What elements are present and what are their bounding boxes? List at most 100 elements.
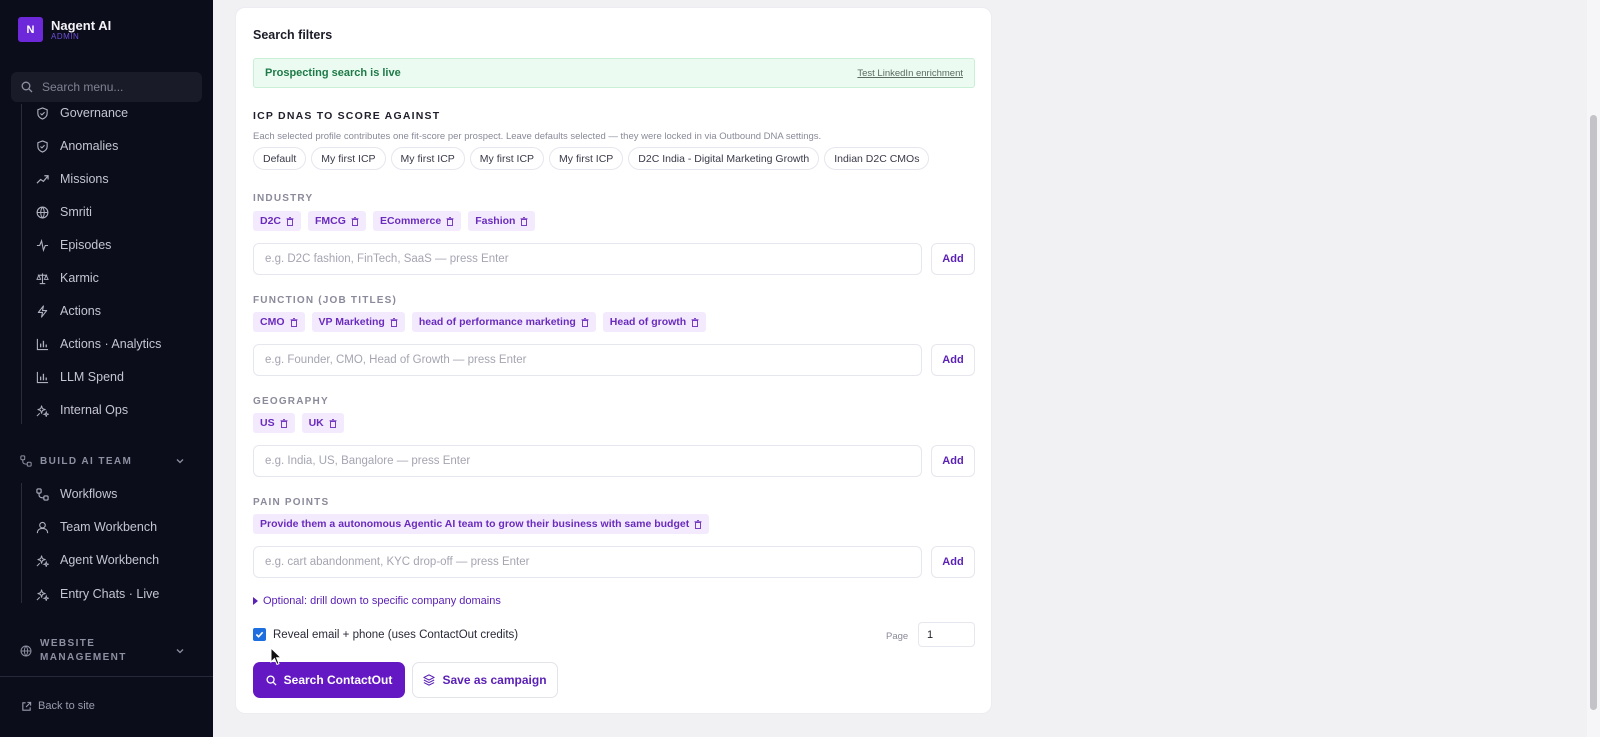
industry-tag: FMCG [308,211,366,231]
trash-icon[interactable] [290,317,298,327]
icp-option[interactable]: Indian D2C CMOs [824,147,930,170]
geography-tag: US [253,413,295,433]
industry-add-button[interactable]: Add [931,243,975,275]
industry-tag: Fashion [468,211,536,231]
trash-icon[interactable] [329,418,337,428]
brand[interactable]: N Nagent AI ADMIN [18,17,111,42]
pain-points-tags: Provide them a autonomous Agentic AI tea… [253,514,710,534]
sidebar-search[interactable] [11,72,202,102]
sparkles-icon [36,588,49,601]
tag-label: Provide them a autonomous Agentic AI tea… [260,518,690,530]
workflow-icon [36,487,49,501]
function-input[interactable] [253,344,922,376]
sidebar-item-entry-chats-live[interactable]: Entry Chats · Live [36,584,159,604]
sidebar-item-workflows[interactable]: Workflows [36,484,117,504]
geography-input[interactable] [253,445,922,477]
sidebar-item-karmic[interactable]: Karmic [36,268,99,288]
mouse-cursor-icon [270,647,282,666]
sidebar-item-team-workbench[interactable]: Team Workbench [36,517,157,537]
icp-option[interactable]: Default [253,147,307,170]
trash-icon[interactable] [581,317,589,327]
brand-role: ADMIN [51,31,80,41]
tag-label: Fashion [475,215,516,227]
pain-points-add-button[interactable]: Add [931,546,975,578]
tag-label: FMCG [315,215,346,227]
geography-tag: UK [301,413,344,433]
drill-down-label: Optional: drill down to specific company… [263,595,501,607]
globe-icon [20,645,32,657]
sidebar-search-input[interactable] [42,80,192,94]
drill-down-toggle[interactable]: Optional: drill down to specific company… [253,595,501,607]
sidebar-item-missions[interactable]: Missions [36,169,109,189]
function-add-button[interactable]: Add [931,344,975,376]
sidebar-item-label: Actions · Analytics [60,337,162,351]
sidebar-item-actions-analytics[interactable]: Actions · Analytics [36,334,161,354]
chevron-down-icon[interactable] [175,646,185,656]
search-filters-card: Search filters Prospecting search is liv… [235,7,992,714]
trash-icon[interactable] [351,216,359,226]
trash-icon[interactable] [446,216,454,226]
icp-option[interactable]: D2C India - Digital Marketing Growth [628,147,820,170]
sidebar-item-label: Smriti [60,205,92,219]
trash-icon[interactable] [280,418,288,428]
test-linkedin-enrichment-link[interactable]: Test LinkedIn enrichment [857,68,963,79]
industry-tag: D2C [253,211,302,231]
sidebar-item-internal-ops[interactable]: Internal Ops [36,400,128,420]
sidebar-item-llm-spend[interactable]: LLM Spend [36,367,124,387]
pain-points-input[interactable] [253,546,922,578]
section-build-ai-team[interactable]: BUILD AI TEAM [20,455,193,467]
page-scrollbar[interactable] [1587,0,1600,737]
industry-input[interactable] [253,243,922,275]
sidebar-item-label: Internal Ops [60,403,129,417]
activity-icon [36,238,49,252]
trash-icon[interactable] [694,519,702,529]
icp-option[interactable]: My first ICP [469,147,545,170]
sidebar-item-agent-workbench[interactable]: Agent Workbench [36,550,159,570]
tag-label: UK [308,417,324,429]
trash-icon[interactable] [520,216,528,226]
section-website-management[interactable]: WEBSITE MANAGEMENT [20,637,193,665]
trash-icon[interactable] [286,216,294,226]
sparkles-icon [36,554,49,567]
save-as-campaign-button[interactable]: Save as campaign [412,662,558,698]
geography-add-button[interactable]: Add [931,445,975,477]
sidebar-item-smriti[interactable]: Smriti [36,202,92,222]
check-icon [255,631,264,638]
sidebar-item-label: Episodes [60,238,112,252]
icp-dnas-hint: Each selected profile contributes one fi… [253,131,822,142]
industry-tag: ECommerce [372,211,462,231]
icp-option[interactable]: My first ICP [311,147,386,170]
icp-option[interactable]: My first ICP [549,147,624,170]
page-number-input[interactable] [918,622,975,647]
sidebar-item-label: Workflows [60,487,118,501]
zap-icon [37,304,48,318]
sidebar-item-label: Missions [60,172,109,186]
trash-icon[interactable] [390,317,398,327]
back-to-site-label: Back to site [38,700,95,712]
shield-check-icon [37,106,48,120]
chevron-down-icon[interactable] [175,456,185,466]
geography-tags: US UK [253,413,344,433]
sparkles-icon [36,404,49,417]
layers-icon [423,674,436,686]
sidebar-item-anomalies[interactable]: Anomalies [36,136,118,156]
sidebar-item-label: Karmic [60,271,99,285]
sidebar-item-governance[interactable]: Governance [36,103,128,123]
icp-options: Default My first ICP My first ICP My fir… [253,147,930,170]
function-tag: Head of growth [602,312,707,332]
workflow-icon [20,455,32,467]
sidebar-divider [0,676,213,677]
trash-icon[interactable] [691,317,699,327]
section-title: BUILD AI TEAM [40,455,133,467]
back-to-site-link[interactable]: Back to site [21,700,95,712]
sidebar-item-episodes[interactable]: Episodes [36,235,111,255]
reveal-contact-option[interactable]: Reveal email + phone (uses ContactOut cr… [253,628,518,641]
tag-label: head of performance marketing [418,316,576,328]
reveal-checkbox[interactable] [253,628,266,641]
sidebar-item-actions[interactable]: Actions [36,301,101,321]
search-contactout-button[interactable]: Search ContactOut [253,662,405,698]
geography-label: GEOGRAPHY [253,396,329,407]
icp-option[interactable]: My first ICP [390,147,465,170]
scrollbar-thumb[interactable] [1590,115,1597,710]
search-contactout-label: Search ContactOut [283,673,393,687]
